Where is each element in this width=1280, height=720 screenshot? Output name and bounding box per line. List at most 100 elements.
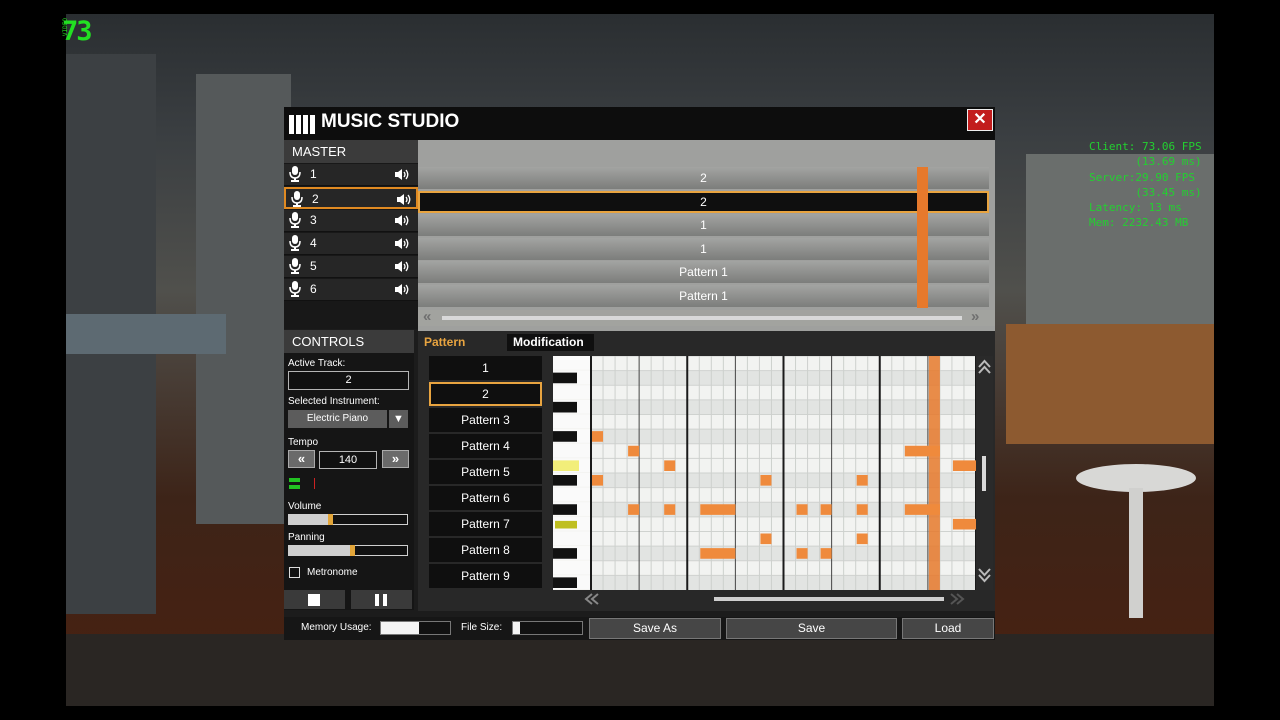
piano-key[interactable]: [553, 356, 591, 370]
piano-key[interactable]: [553, 443, 591, 458]
note-block[interactable]: [592, 475, 604, 486]
speaker-icon[interactable]: [394, 260, 410, 273]
note-block[interactable]: [760, 533, 772, 545]
note-block[interactable]: [592, 431, 604, 442]
arrangement-timeline: 2 2 1 1 Pattern 1 Pattern 1 « »: [418, 140, 995, 340]
pattern-item[interactable]: 1: [429, 356, 542, 380]
pattern-item[interactable]: 2: [429, 382, 542, 406]
pattern-item[interactable]: Pattern 3: [429, 408, 542, 432]
piano-key[interactable]: [553, 487, 591, 502]
track-lane[interactable]: Pattern 1: [418, 284, 989, 307]
microphone-icon[interactable]: [289, 281, 301, 297]
note-block[interactable]: [952, 518, 976, 530]
tempo-increase-button[interactable]: »: [382, 450, 409, 468]
pattern-item[interactable]: Pattern 5: [429, 460, 542, 484]
note-block[interactable]: [904, 445, 940, 457]
piano-key[interactable]: [553, 385, 591, 399]
music-studio-window: MUSIC STUDIO ✕ MASTER 123456 2 2 1 1 Pattern…: [284, 107, 995, 640]
scroll-right-icon[interactable]: [950, 593, 965, 605]
piano-key[interactable]: [553, 560, 591, 575]
save-as-button[interactable]: Save As: [589, 618, 721, 639]
track-lane[interactable]: 1: [418, 214, 989, 236]
volume-slider[interactable]: [288, 514, 408, 525]
track-row[interactable]: 3: [284, 210, 418, 232]
track-lane[interactable]: 2: [418, 190, 989, 213]
note-block[interactable]: [904, 504, 940, 515]
piano-key-black[interactable]: [553, 504, 577, 515]
track-row[interactable]: 6: [284, 279, 418, 301]
piano-key-black[interactable]: [553, 548, 577, 559]
note-block[interactable]: [664, 460, 676, 471]
note-block[interactable]: [856, 475, 868, 486]
pattern-item[interactable]: Pattern 4: [429, 434, 542, 458]
microphone-icon[interactable]: [289, 212, 301, 228]
tempo-decrease-button[interactable]: «: [288, 450, 315, 468]
scroll-left-icon[interactable]: «: [423, 308, 431, 325]
scroll-right-icon[interactable]: »: [971, 308, 979, 325]
active-track-field[interactable]: 2: [288, 371, 409, 390]
tab-modification[interactable]: Modification: [507, 334, 594, 351]
instrument-select[interactable]: Electric Piano: [288, 410, 387, 428]
note-block[interactable]: [700, 504, 736, 515]
save-button[interactable]: Save: [726, 618, 897, 639]
chevron-down-icon[interactable]: ▼: [389, 410, 408, 428]
vertical-scrollbar[interactable]: [976, 356, 993, 590]
stop-button[interactable]: [284, 590, 345, 609]
piano-key[interactable]: [553, 414, 591, 429]
piano-roll[interactable]: [553, 356, 976, 590]
microphone-icon[interactable]: [289, 235, 301, 251]
track-row[interactable]: 1: [284, 164, 418, 186]
tempo-field[interactable]: 140: [319, 451, 377, 469]
panning-slider[interactable]: [288, 545, 408, 556]
piano-key-black[interactable]: [553, 577, 577, 588]
note-block[interactable]: [796, 504, 808, 515]
piano-key-black[interactable]: [553, 401, 577, 413]
pause-button[interactable]: [351, 590, 412, 609]
track-lane[interactable]: 1: [418, 237, 989, 260]
note-block[interactable]: [664, 504, 676, 515]
pattern-item[interactable]: Pattern 6: [429, 486, 542, 510]
timeline-scrollbar[interactable]: « »: [418, 308, 995, 326]
piano-key-black[interactable]: [553, 372, 577, 384]
timeline-playhead[interactable]: [917, 167, 928, 308]
track-row[interactable]: 4: [284, 233, 418, 255]
speaker-icon[interactable]: [396, 193, 412, 206]
speaker-icon[interactable]: [394, 283, 410, 296]
tab-pattern[interactable]: Pattern: [418, 334, 509, 351]
horizontal-scroll-thumb[interactable]: [714, 597, 944, 601]
note-block[interactable]: [628, 504, 640, 515]
note-block[interactable]: [952, 460, 976, 471]
pattern-playhead[interactable]: [928, 356, 940, 590]
microphone-icon[interactable]: [289, 166, 301, 182]
metronome-checkbox[interactable]: [289, 567, 300, 578]
pattern-item[interactable]: Pattern 8: [429, 538, 542, 562]
track-lane[interactable]: Pattern 1: [418, 261, 989, 283]
timeline-scroll-thumb[interactable]: [442, 316, 962, 320]
scroll-left-icon[interactable]: [584, 593, 599, 605]
microphone-icon[interactable]: [291, 191, 303, 207]
note-block[interactable]: [700, 548, 736, 559]
track-row[interactable]: 5: [284, 256, 418, 278]
note-block[interactable]: [760, 475, 772, 486]
note-block[interactable]: [856, 504, 868, 515]
track-row[interactable]: 2: [284, 187, 418, 209]
pattern-item[interactable]: Pattern 9: [429, 564, 542, 588]
track-lane[interactable]: 2: [418, 167, 989, 189]
pattern-item[interactable]: Pattern 7: [429, 512, 542, 536]
microphone-icon[interactable]: [289, 258, 301, 274]
note-block[interactable]: [820, 504, 832, 515]
horizontal-scrollbar[interactable]: [582, 590, 977, 608]
piano-key-black[interactable]: [553, 431, 577, 442]
speaker-icon[interactable]: [394, 214, 410, 227]
note-block[interactable]: [628, 445, 640, 457]
speaker-icon[interactable]: [394, 237, 410, 250]
piano-key-black[interactable]: [553, 475, 577, 486]
vertical-scroll-thumb[interactable]: [982, 456, 986, 491]
load-button[interactable]: Load: [902, 618, 994, 639]
note-block[interactable]: [856, 533, 868, 545]
speaker-icon[interactable]: [394, 168, 410, 181]
close-button[interactable]: ✕: [967, 109, 993, 131]
note-block[interactable]: [796, 548, 808, 559]
note-block[interactable]: [820, 548, 832, 559]
piano-key[interactable]: [553, 531, 591, 546]
